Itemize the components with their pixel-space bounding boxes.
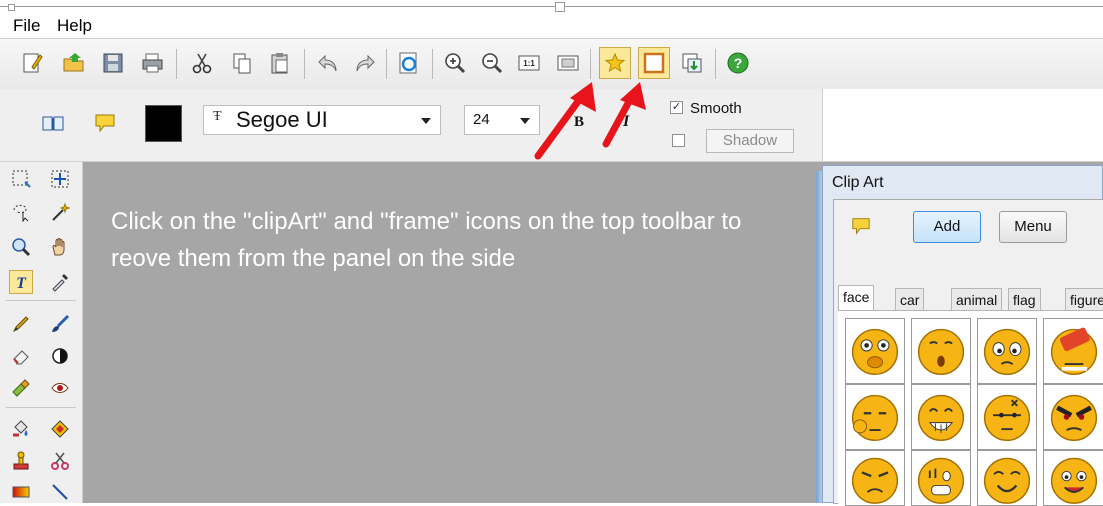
frame-icon[interactable]: [638, 47, 670, 79]
contrast-icon[interactable]: [48, 344, 72, 368]
clipart-panel-title: Clip Art: [832, 174, 884, 191]
smiley-thinking-icon[interactable]: [845, 384, 905, 450]
import-icon[interactable]: [678, 49, 706, 77]
tab-car[interactable]: car: [895, 288, 925, 310]
menu-help[interactable]: Help: [57, 16, 92, 36]
smiley-hurt-icon[interactable]: [1043, 318, 1103, 384]
smiley-dizzy-icon[interactable]: [845, 318, 905, 384]
smiley-teary-icon[interactable]: [977, 318, 1037, 384]
eyedropper-icon[interactable]: [48, 270, 72, 294]
fit-icon[interactable]: [554, 49, 582, 77]
paste-icon[interactable]: [266, 49, 294, 77]
rect-select-icon[interactable]: [9, 167, 33, 191]
shadow-checkbox[interactable]: [672, 134, 685, 147]
smiley-angry-icon[interactable]: [1043, 384, 1103, 450]
zoom-out-icon[interactable]: [478, 49, 506, 77]
svg-text:1:1: 1:1: [523, 59, 535, 68]
speech-bubble-icon[interactable]: [93, 112, 117, 134]
chevron-down-icon: [520, 118, 530, 124]
preview-box: [822, 89, 1103, 161]
red-eye-icon[interactable]: [48, 376, 72, 400]
menu-button[interactable]: Menu: [999, 211, 1067, 243]
smiley-scared-icon[interactable]: [911, 450, 971, 506]
smiley-laugh-icon[interactable]: [977, 450, 1037, 506]
undo-icon[interactable]: [314, 49, 342, 77]
brush-icon[interactable]: [48, 312, 72, 336]
menu-file[interactable]: File: [13, 16, 40, 36]
font-size-select[interactable]: 24: [464, 105, 540, 135]
resize-handle-top[interactable]: [555, 2, 565, 12]
font-select[interactable]: Ŧ Segoe UI: [203, 105, 441, 135]
magic-wand-icon[interactable]: [48, 200, 72, 224]
smooth-label: Smooth: [690, 100, 742, 117]
clipart-grid: [838, 310, 1103, 506]
chevron-down-icon: [421, 118, 431, 124]
gradient-icon[interactable]: [9, 480, 33, 504]
new-icon[interactable]: [18, 49, 46, 77]
smiley-grin-icon[interactable]: [911, 384, 971, 450]
refresh-icon[interactable]: [395, 49, 423, 77]
open-icon[interactable]: [60, 49, 88, 77]
hand-icon[interactable]: [48, 235, 72, 259]
save-icon[interactable]: [99, 49, 127, 77]
text-tool-icon[interactable]: T: [9, 270, 33, 294]
menu-bar: File Help: [0, 12, 1103, 38]
add-button[interactable]: Add: [913, 211, 981, 243]
clipart-panel-body: Add Menu face car animal flag figure: [833, 199, 1103, 506]
tools-panel: T: [0, 162, 83, 503]
cut-icon[interactable]: [188, 49, 216, 77]
fill-icon[interactable]: [9, 417, 33, 441]
pencil-icon[interactable]: [9, 312, 33, 336]
shadow-button[interactable]: Shadow: [706, 129, 794, 153]
smudge-icon[interactable]: [9, 376, 33, 400]
zoom-in-icon[interactable]: [441, 49, 469, 77]
clipart-icon[interactable]: [599, 47, 631, 79]
clone-stamp-icon[interactable]: [9, 449, 33, 473]
copy-icon[interactable]: [228, 49, 256, 77]
color-swatch[interactable]: [145, 105, 182, 142]
redo-icon[interactable]: [351, 49, 379, 77]
zoom-icon[interactable]: [9, 235, 33, 259]
smiley-frown-icon[interactable]: [845, 450, 905, 506]
help-icon[interactable]: ?: [724, 49, 752, 77]
font-type-icon: Ŧ: [213, 109, 222, 124]
instruction-text: Click on the "clipArt" and "frame" icons…: [111, 208, 742, 272]
smiley-tongue-icon[interactable]: [1043, 450, 1103, 506]
svg-text:T: T: [16, 275, 27, 292]
svg-text:?: ?: [734, 55, 743, 71]
font-size-value: 24: [473, 111, 490, 128]
top-ruler: [0, 0, 1103, 12]
tab-flag[interactable]: flag: [1008, 288, 1041, 310]
tab-figure[interactable]: figure: [1065, 288, 1103, 310]
clipart-panel: Clip Art Add Menu face car animal flag f…: [822, 165, 1103, 506]
smiley-surprised-icon[interactable]: [911, 318, 971, 384]
scissors-icon[interactable]: [48, 449, 72, 473]
arrow-to-frame-icon: [602, 82, 646, 148]
print-icon[interactable]: [139, 49, 167, 77]
move-icon[interactable]: [48, 167, 72, 191]
tab-face[interactable]: face: [838, 285, 875, 310]
tab-animal[interactable]: animal: [951, 288, 1003, 310]
line-icon[interactable]: [48, 480, 72, 504]
color-replace-icon[interactable]: [48, 417, 72, 441]
speech-bubble-icon[interactable]: [850, 216, 872, 238]
book-icon[interactable]: [41, 113, 65, 133]
font-name: Segoe UI: [236, 107, 328, 132]
smooth-checkbox[interactable]: ✓: [670, 101, 683, 114]
resize-handle-left[interactable]: [8, 4, 15, 11]
eraser-icon[interactable]: [9, 344, 33, 368]
lasso-select-icon[interactable]: [9, 200, 33, 224]
smiley-annoyed-icon[interactable]: [977, 384, 1037, 450]
actual-size-icon[interactable]: 1:1: [515, 49, 543, 77]
